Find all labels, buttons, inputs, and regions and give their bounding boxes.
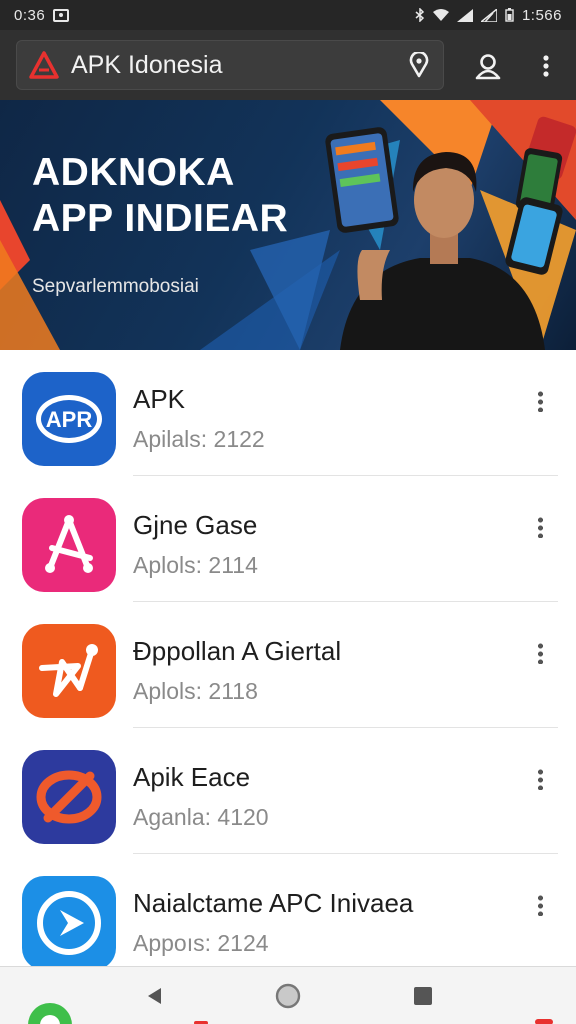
overflow-menu-button[interactable] xyxy=(530,50,562,82)
app-name: APK xyxy=(133,384,186,414)
app-more-button[interactable] xyxy=(528,638,552,668)
account-button[interactable] xyxy=(472,50,504,82)
navigation-bar xyxy=(0,966,576,1024)
more-vertical-icon xyxy=(537,768,543,790)
app-more-button[interactable] xyxy=(528,890,552,920)
banner-headline-line2: APP INDIEAR xyxy=(32,197,289,240)
more-vertical-icon xyxy=(543,55,549,77)
app-list-item[interactable]: Apik Eace Aganla: 4120 xyxy=(0,728,576,854)
back-button[interactable] xyxy=(140,981,170,1011)
promo-banner[interactable]: ADKNOKA APP INDIEAR Sepvarlemmobosiai xyxy=(0,100,576,350)
app-meta: Aganla: 4120 xyxy=(133,804,269,830)
banner-subtitle: Sepvarlemmobosiai xyxy=(32,276,199,297)
wifi-icon xyxy=(432,8,449,21)
person-icon xyxy=(475,54,501,80)
back-icon xyxy=(148,988,161,1004)
apk-logo-icon: APR xyxy=(22,372,116,466)
a-compass-icon xyxy=(22,498,116,592)
top-bar: APK Idonesia xyxy=(0,30,576,100)
status-time: 0:36 xyxy=(14,6,46,24)
status-right: 1:566 xyxy=(415,7,562,24)
app-name: Gjne Gase xyxy=(133,510,258,540)
more-vertical-icon xyxy=(537,390,543,412)
app-meta: Appoıs: 2124 xyxy=(133,930,269,956)
app-more-button[interactable] xyxy=(528,764,552,794)
recents-icon xyxy=(414,987,432,1005)
app-list-item[interactable]: Gjne Gase Aplols: 2114 xyxy=(0,476,576,602)
signal-icon xyxy=(456,8,473,22)
app-name: Đppollan A Giertal xyxy=(133,636,342,666)
battery-text: 1:566 xyxy=(521,6,562,24)
svg-text:APR: APR xyxy=(46,407,93,432)
app-name: Naialctame APC Inivaea xyxy=(133,888,414,918)
signal-secondary-icon xyxy=(480,8,497,22)
floating-action-icon[interactable] xyxy=(26,1003,74,1024)
more-vertical-icon xyxy=(537,894,543,916)
banner-headline-line1: ADKNOKA xyxy=(32,151,235,194)
search-title: APK Idonesia xyxy=(71,50,223,79)
more-vertical-icon xyxy=(537,516,543,538)
star-pen-icon xyxy=(22,624,116,718)
app-meta: Apilals: 2122 xyxy=(133,426,265,452)
home-button[interactable] xyxy=(273,981,303,1011)
app-list-item[interactable]: APR APK Apilals: 2122 xyxy=(0,350,576,476)
app-logo-icon xyxy=(29,51,59,79)
banner-headline: ADKNOKA APP INDIEAR xyxy=(32,150,288,242)
more-vertical-icon xyxy=(537,642,543,664)
no-signal-icon xyxy=(22,750,116,844)
app-name: Apik Eace xyxy=(133,762,251,792)
bluetooth-icon xyxy=(415,8,425,22)
search-bar[interactable]: APK Idonesia xyxy=(16,40,444,90)
status-left: 0:36 xyxy=(14,6,70,24)
play-circle-icon xyxy=(22,876,116,966)
app-more-button[interactable] xyxy=(528,386,552,416)
home-icon xyxy=(275,983,301,1009)
app-list-item[interactable]: Naialctame APC Inivaea Appoıs: 2124 xyxy=(0,854,576,966)
status-bar: 0:36 1:566 xyxy=(0,0,576,30)
battery-icon xyxy=(505,8,514,22)
app-meta: Aplols: 2118 xyxy=(133,678,258,704)
app-more-button[interactable] xyxy=(528,512,552,542)
app-meta: Aplols: 2114 xyxy=(133,552,258,578)
app-list-item[interactable]: Đppollan A Giertal Aplols: 2118 xyxy=(0,602,576,728)
indicator-icon xyxy=(535,1019,553,1024)
location-pin-icon[interactable] xyxy=(407,52,431,78)
photo-notification-icon xyxy=(53,8,70,22)
app-list: APR APK Apilals: 2122 Gjne Gase Aplols: … xyxy=(0,350,576,966)
recents-button[interactable] xyxy=(408,981,438,1011)
